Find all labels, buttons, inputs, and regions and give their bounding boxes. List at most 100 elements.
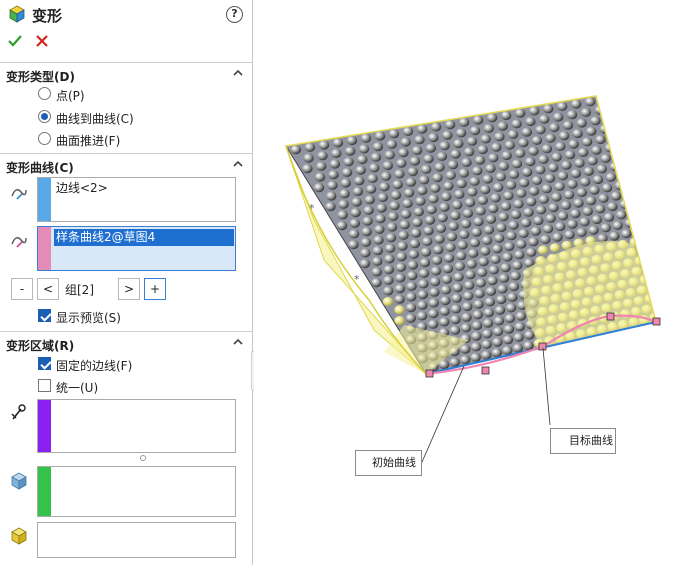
- dome-bump: [428, 319, 439, 329]
- dome-bump: [501, 110, 512, 121]
- dome-bump: [407, 271, 418, 281]
- dome-bump: [462, 301, 473, 312]
- dome-bump: [364, 195, 375, 205]
- faces-list[interactable]: [37, 466, 236, 517]
- dome-bump: [580, 177, 591, 187]
- dome-bump: [417, 185, 428, 196]
- dome-bump: [605, 172, 616, 182]
- previous-group-button[interactable]: <: [37, 278, 59, 300]
- chevron-up-icon[interactable]: [232, 336, 244, 348]
- dome-bump: [402, 198, 413, 208]
- section-deform-type[interactable]: 变形类型(D): [0, 63, 252, 85]
- dome-bump: [570, 209, 581, 219]
- remove-group-button[interactable]: -: [11, 278, 33, 300]
- dome-bump: [482, 329, 493, 339]
- dome-bump: [491, 348, 502, 358]
- section-deform-region[interactable]: 变形区域(R): [0, 332, 252, 354]
- dome-bump: [468, 248, 479, 258]
- dome-bump: [372, 142, 384, 152]
- radio-curve-to-curve-dot[interactable]: [38, 110, 51, 123]
- dome-bump: [430, 183, 441, 193]
- dome-bump: [470, 352, 481, 362]
- dome-bump: [458, 168, 470, 178]
- bodies-list[interactable]: [37, 522, 236, 558]
- dome-bump: [386, 222, 398, 232]
- curve-point-marker[interactable]: [425, 369, 434, 378]
- dome-bump: [454, 261, 465, 271]
- dome-bump: [505, 180, 517, 190]
- curve-point-marker[interactable]: [538, 342, 547, 351]
- dome-bump: [495, 172, 506, 182]
- curve-point-marker[interactable]: [652, 317, 661, 326]
- dome-bump: [363, 205, 374, 215]
- dome-bump: [350, 208, 361, 218]
- dome-bump: [360, 133, 372, 143]
- show-preview-box[interactable]: [38, 309, 51, 322]
- help-button[interactable]: ?: [226, 6, 243, 23]
- list-item[interactable]: 边线<2>: [54, 180, 108, 197]
- fixed-edges-box[interactable]: [38, 357, 51, 370]
- section-deform-type-label: 变形类型(D): [6, 70, 75, 84]
- dome-bump: [502, 335, 514, 345]
- ok-checkmark-icon[interactable]: [7, 33, 23, 49]
- target-curve-callout[interactable]: 目标曲线: [550, 428, 616, 454]
- dome-bump: [498, 273, 510, 283]
- dome-bump: [398, 148, 409, 158]
- dome-bump: [506, 231, 517, 241]
- dome-bump: [591, 145, 602, 155]
- deformed-part-model[interactable]: * *: [254, 0, 700, 565]
- dome-bump: [564, 150, 576, 160]
- list-item[interactable]: 样条曲线2@草图4: [54, 229, 234, 246]
- next-group-button[interactable]: >: [118, 278, 140, 300]
- graphics-viewport[interactable]: * * 初始曲线 目标曲线: [254, 0, 700, 565]
- uniform-box[interactable]: [38, 379, 51, 392]
- dome-bump: [442, 130, 453, 140]
- dome-bump: [515, 311, 527, 321]
- dome-bump: [418, 175, 430, 185]
- dome-bump: [574, 158, 585, 168]
- dome-bump: [449, 325, 461, 335]
- dome-bump: [530, 226, 541, 236]
- radio-point-dot[interactable]: [38, 87, 51, 100]
- dome-bump: [383, 265, 394, 275]
- dome-bump: [491, 142, 502, 152]
- dome-bump: [502, 345, 513, 355]
- dome-bump: [371, 278, 382, 288]
- dome-bump: [600, 153, 611, 163]
- dome-bump: [357, 154, 368, 165]
- radio-surface-push-dot[interactable]: [38, 132, 51, 145]
- dome-bump: [394, 169, 405, 179]
- dome-bump: [502, 252, 513, 262]
- dome-bump: [434, 234, 445, 244]
- chevron-up-icon[interactable]: [232, 158, 244, 170]
- dome-bump: [531, 175, 543, 185]
- target-curves-list[interactable]: 样条曲线2@草图4: [37, 226, 236, 271]
- uniform-label: 统一(U): [56, 381, 99, 395]
- resize-handle[interactable]: [140, 455, 146, 461]
- dome-bump: [470, 342, 482, 352]
- initial-curves-list[interactable]: 边线<2>: [37, 177, 236, 222]
- dome-bump: [405, 313, 416, 323]
- dome-bump: [359, 259, 371, 269]
- dome-bump: [383, 286, 394, 296]
- fixed-edges-swatch: [38, 400, 51, 452]
- dome-bump: [413, 207, 424, 217]
- initial-curve-callout[interactable]: 初始曲线: [355, 450, 422, 476]
- dome-bump: [535, 205, 547, 215]
- section-deform-curves[interactable]: 变形曲线(C): [0, 154, 252, 176]
- dome-bump: [422, 236, 433, 246]
- dome-bump: [355, 165, 366, 175]
- cancel-x-icon[interactable]: [34, 33, 50, 49]
- dome-bump: [539, 114, 550, 124]
- dome-bump: [374, 224, 385, 234]
- dome-bump: [465, 270, 476, 280]
- dome-bump: [317, 151, 328, 161]
- add-group-button[interactable]: +: [144, 278, 166, 300]
- curve-point-marker[interactable]: [481, 366, 490, 375]
- dome-bump: [521, 167, 533, 177]
- dome-bump: [480, 246, 491, 256]
- dome-bump: [400, 209, 412, 219]
- curve-point-marker[interactable]: [606, 312, 615, 321]
- chevron-up-icon[interactable]: [232, 67, 244, 79]
- fixed-edges-list[interactable]: [37, 399, 236, 453]
